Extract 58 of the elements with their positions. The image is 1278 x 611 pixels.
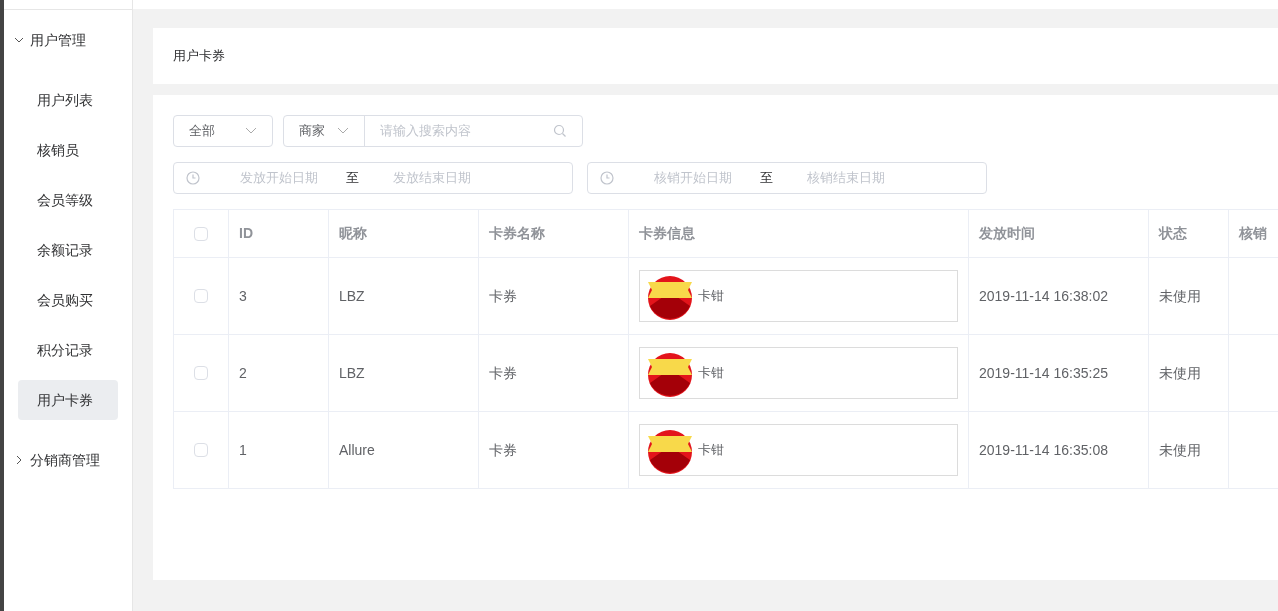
search-field[interactable]: 商家 请输入搜索内容 [283,115,583,147]
clock-icon [600,171,614,185]
row-checkbox[interactable] [194,366,208,380]
range-separator: 至 [346,169,359,188]
menu-group[interactable]: 分销商管理 [4,430,132,490]
column-header: 发放时间 [979,224,1035,243]
column-header: 核销 [1239,224,1267,243]
menu-item[interactable]: 用户卡券 [18,380,118,420]
menu-item[interactable]: 积分记录 [18,330,118,370]
coupon-label: 卡钳 [698,364,724,383]
select-all-checkbox[interactable] [194,226,208,241]
table-cell-text: 2019-11-14 16:35:08 [979,440,1108,460]
end-date-placeholder: 核销结束日期 [807,169,885,188]
table-cell-text: 卡券 [489,440,517,460]
column-header: 昵称 [339,224,367,243]
table-cell-text: 未使用 [1159,440,1201,460]
start-date-placeholder: 发放开始日期 [240,169,318,188]
table-cell-text: 卡券 [489,363,517,383]
menu-item[interactable]: 会员等级 [18,180,118,220]
column-header: 卡券信息 [639,224,695,243]
date-range-field[interactable]: 发放开始日期 至 发放结束日期 [173,162,573,194]
start-date-placeholder: 核销开始日期 [654,169,732,188]
row-checkbox[interactable] [194,443,208,457]
search-icon [553,124,567,138]
column-header: 状态 [1159,224,1187,243]
table-cell-text: LBZ [339,363,365,383]
menu-item[interactable]: 会员购买 [18,280,118,320]
column-header: 卡券名称 [489,224,545,243]
table-cell-text: LBZ [339,286,365,306]
end-date-placeholder: 发放结束日期 [393,169,471,188]
row-checkbox[interactable] [194,289,208,303]
chevron-down-icon [245,127,257,135]
table-cell-text: 3 [239,286,247,306]
range-separator: 至 [760,169,773,188]
menu-item[interactable]: 核销员 [18,130,118,170]
chevron-right-icon [14,455,24,465]
page-title: 用户卡券 [173,47,225,66]
table-cell-text: 未使用 [1159,363,1201,383]
table-cell-text: 2019-11-14 16:35:25 [979,363,1108,383]
column-header: ID [239,224,253,243]
chevron-down-icon [14,35,24,45]
table-cell-text: Allure [339,440,375,460]
date-range-field[interactable]: 核销开始日期 至 核销结束日期 [587,162,987,194]
clock-icon [186,171,200,185]
table-cell-text: 2 [239,363,247,383]
menu-group[interactable]: 用户管理 [4,10,132,70]
menu-item[interactable]: 用户列表 [18,80,118,120]
table-cell-text: 未使用 [1159,286,1201,306]
table-cell-text: 2019-11-14 16:38:02 [979,286,1108,306]
table-cell-text: 卡券 [489,286,517,306]
chevron-down-icon [337,127,349,135]
menu-item[interactable]: 余额记录 [18,230,118,270]
coupon-label: 卡钳 [698,287,724,306]
table-cell-text: 1 [239,440,247,460]
coupon-label: 卡钳 [698,441,724,460]
search-input[interactable]: 请输入搜索内容 [365,121,553,141]
search-type-select[interactable]: 商家 [284,116,365,146]
status-select[interactable]: 全部 [173,115,273,147]
